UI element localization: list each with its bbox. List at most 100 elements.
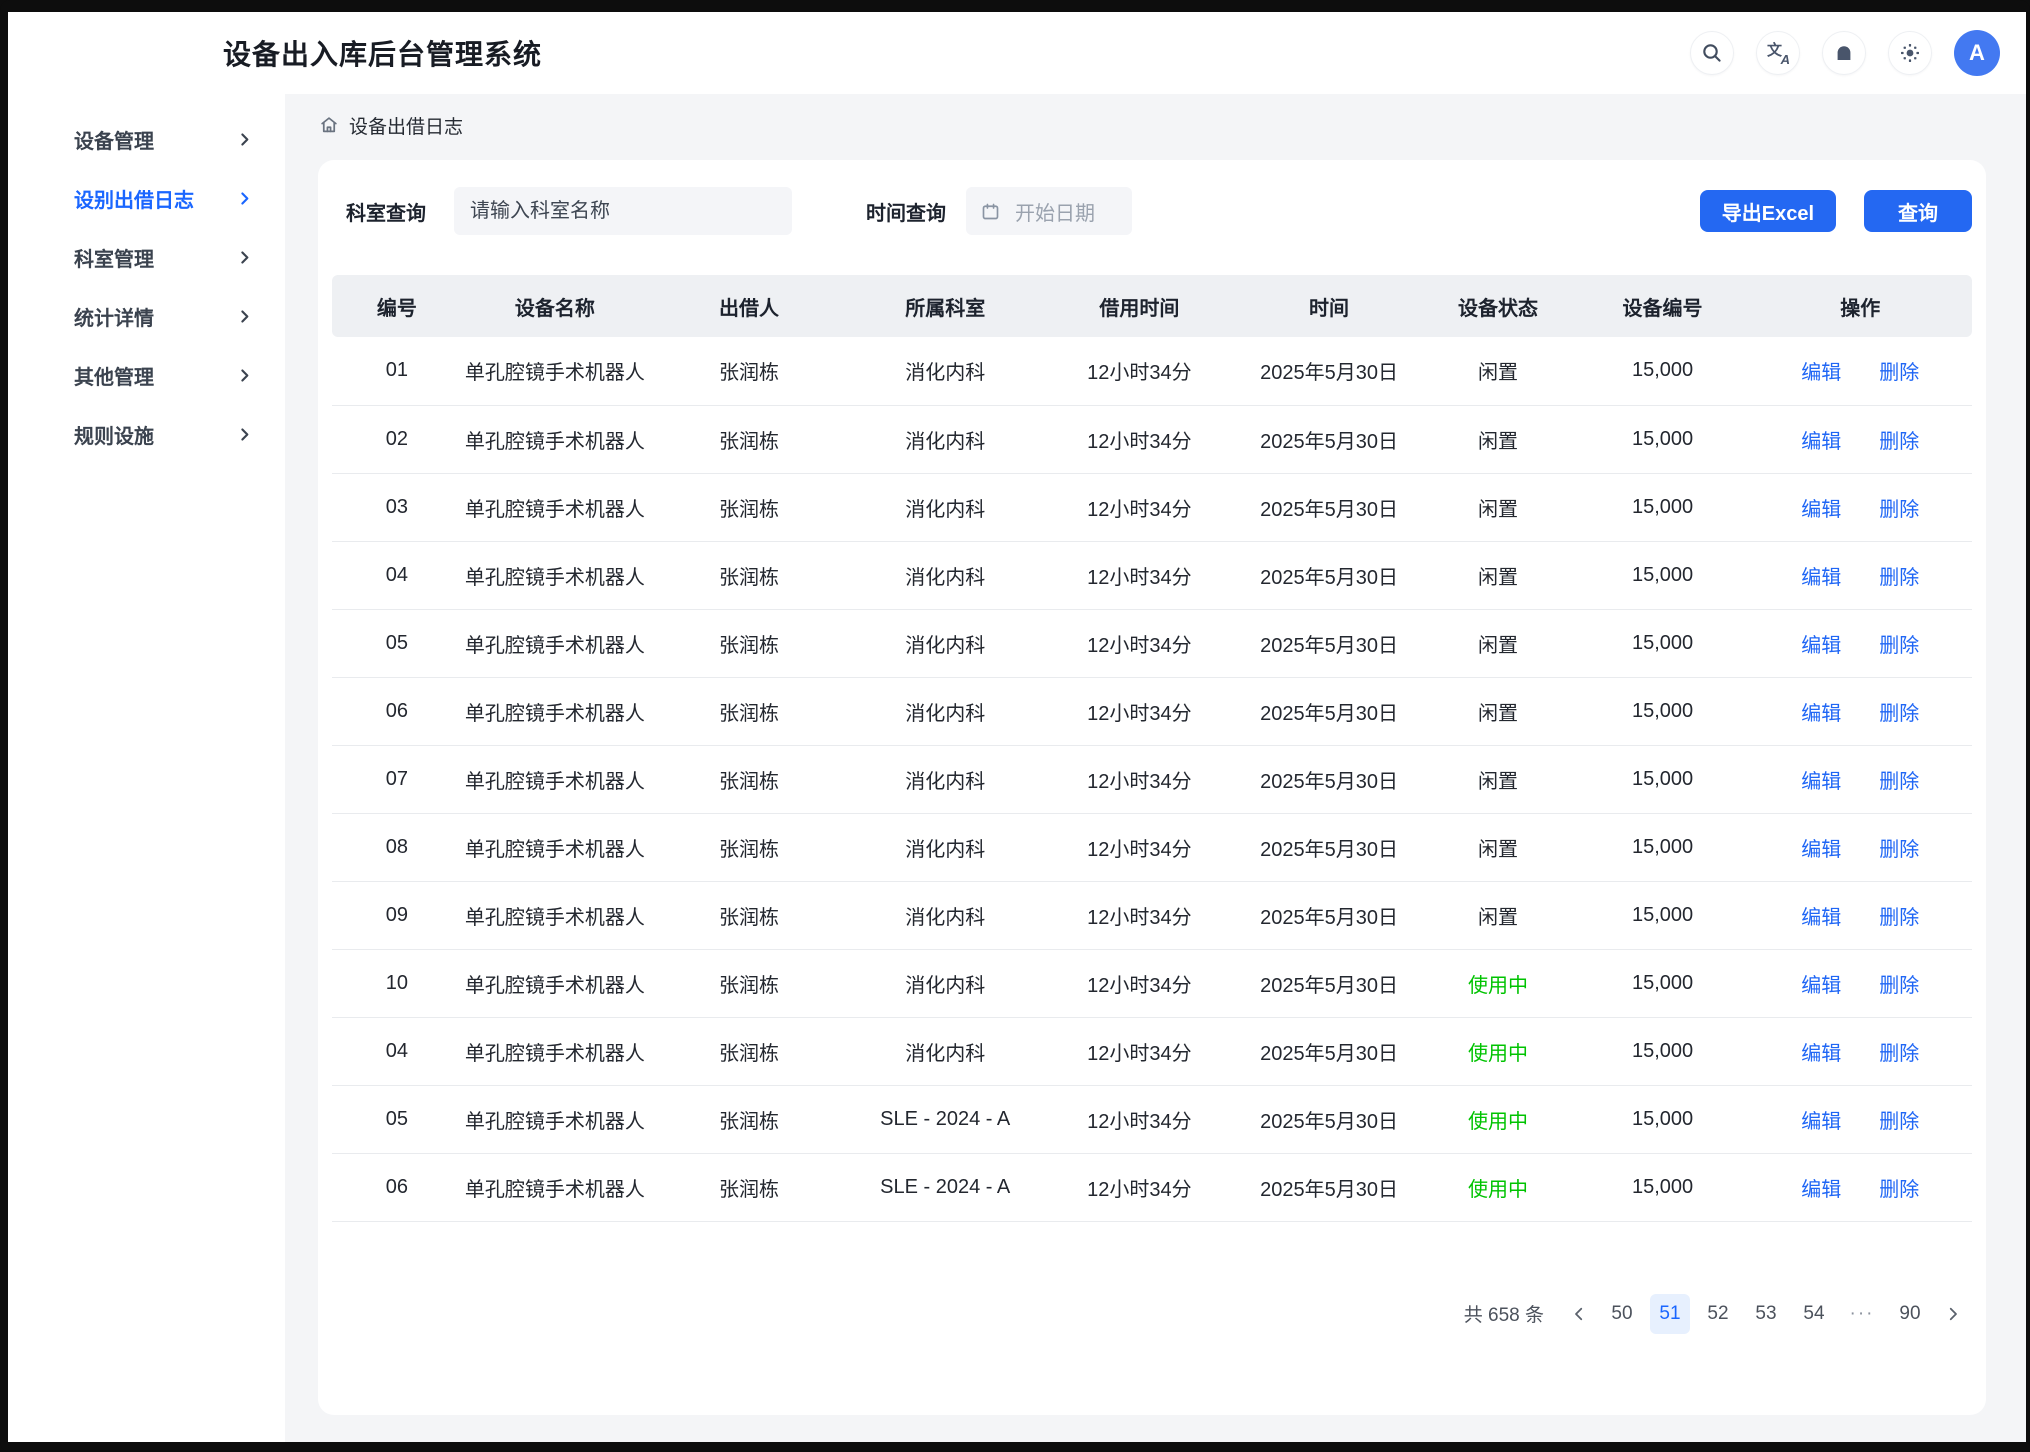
edit-link[interactable]: 编辑 [1801, 1043, 1841, 1065]
theme-button[interactable] [1888, 31, 1932, 75]
chevron-right-icon [236, 131, 253, 148]
notification-bell-icon [1832, 41, 1856, 65]
delete-link[interactable]: 删除 [1879, 975, 1919, 997]
device-number: 15,000 [1577, 1017, 1749, 1085]
delete-link[interactable]: 删除 [1879, 635, 1919, 657]
row-id: 07 [332, 745, 462, 813]
edit-link[interactable]: 编辑 [1801, 567, 1841, 589]
device-number: 15,000 [1577, 337, 1749, 405]
table-body: 01单孔腔镜手术机器人张润栋消化内科12小时34分2025年5月30日闲置15,… [332, 337, 1972, 1221]
sidebar-item-label: 设别出借日志 [74, 184, 194, 213]
date: 2025年5月30日 [1238, 473, 1419, 541]
export-excel-button[interactable]: 导出Excel [1700, 190, 1836, 232]
edit-link[interactable]: 编辑 [1801, 907, 1841, 929]
borrower: 张润栋 [648, 1017, 850, 1085]
row-actions: 编辑 删除 [1749, 813, 1972, 881]
theme-sun-icon [1898, 41, 1922, 65]
page-ellipsis: ··· [1842, 1294, 1882, 1334]
borrower: 张润栋 [648, 337, 850, 405]
device-name: 单孔腔镜手术机器人 [462, 609, 648, 677]
device-status: 闲置 [1420, 813, 1577, 881]
delete-link[interactable]: 删除 [1879, 703, 1919, 725]
borrower: 张润栋 [648, 405, 850, 473]
page-button[interactable]: 54 [1794, 1294, 1834, 1334]
table-row: 02单孔腔镜手术机器人张润栋消化内科12小时34分2025年5月30日闲置15,… [332, 405, 1972, 473]
delete-link[interactable]: 删除 [1879, 431, 1919, 453]
delete-link[interactable]: 删除 [1879, 839, 1919, 861]
row-actions: 编辑 删除 [1749, 337, 1972, 405]
table-row: 08单孔腔镜手术机器人张润栋消化内科12小时34分2025年5月30日闲置15,… [332, 813, 1972, 881]
edit-link[interactable]: 编辑 [1801, 839, 1841, 861]
page-list: 5051525354···90 [1602, 1294, 1930, 1334]
borrow-duration: 12小时34分 [1040, 473, 1238, 541]
sidebar-item-statistics[interactable]: 统计详情 [8, 293, 285, 339]
device-name: 单孔腔镜手术机器人 [462, 745, 648, 813]
borrower: 张润栋 [648, 541, 850, 609]
date: 2025年5月30日 [1238, 337, 1419, 405]
sidebar-item-other-management[interactable]: 其他管理 [8, 352, 285, 398]
edit-link[interactable]: 编辑 [1801, 431, 1841, 453]
row-actions: 编辑 删除 [1749, 1017, 1972, 1085]
row-actions: 编辑 删除 [1749, 881, 1972, 949]
delete-link[interactable]: 删除 [1879, 567, 1919, 589]
notifications-button[interactable] [1822, 31, 1866, 75]
device-status: 闲置 [1420, 541, 1577, 609]
delete-link[interactable]: 删除 [1879, 362, 1919, 384]
delete-link[interactable]: 删除 [1879, 1179, 1919, 1201]
user-avatar[interactable]: A [1954, 30, 2000, 76]
page-button[interactable]: 53 [1746, 1294, 1786, 1334]
app-window: 设备出入库后台管理系统 文 A [0, 0, 2030, 1452]
page-button[interactable]: 50 [1602, 1294, 1642, 1334]
header-actions: 文 A A [1690, 30, 2000, 76]
prev-page-button[interactable] [1564, 1305, 1594, 1323]
start-date-picker[interactable]: 开始日期 [966, 187, 1132, 235]
device-status: 闲置 [1420, 337, 1577, 405]
edit-link[interactable]: 编辑 [1801, 635, 1841, 657]
device-number: 15,000 [1577, 949, 1749, 1017]
edit-link[interactable]: 编辑 [1801, 1179, 1841, 1201]
page-button[interactable]: 90 [1890, 1294, 1930, 1334]
sidebar-item-department-management[interactable]: 科室管理 [8, 234, 285, 280]
device-name: 单孔腔镜手术机器人 [462, 1085, 648, 1153]
device-number: 15,000 [1577, 677, 1749, 745]
edit-link[interactable]: 编辑 [1801, 362, 1841, 384]
department: 消化内科 [850, 881, 1040, 949]
sidebar-item-borrow-log[interactable]: 设别出借日志 [8, 175, 285, 221]
dept-filter-label: 科室查询 [346, 197, 426, 226]
date: 2025年5月30日 [1238, 813, 1419, 881]
query-button[interactable]: 查询 [1864, 190, 1972, 232]
next-page-button[interactable] [1938, 1305, 1968, 1323]
device-status: 使用中 [1420, 1085, 1577, 1153]
dept-search-input[interactable] [454, 187, 792, 235]
breadcrumb-label[interactable]: 设备出借日志 [349, 112, 463, 139]
edit-link[interactable]: 编辑 [1801, 771, 1841, 793]
borrow-duration: 12小时34分 [1040, 337, 1238, 405]
page-button-active[interactable]: 51 [1650, 1294, 1690, 1334]
edit-link[interactable]: 编辑 [1801, 703, 1841, 725]
date: 2025年5月30日 [1238, 1153, 1419, 1221]
delete-link[interactable]: 删除 [1879, 907, 1919, 929]
edit-link[interactable]: 编辑 [1801, 499, 1841, 521]
delete-link[interactable]: 删除 [1879, 771, 1919, 793]
column-header: 编号 [332, 275, 462, 337]
chevron-right-icon [236, 190, 253, 207]
sidebar-item-rule-settings[interactable]: 规则设施 [8, 411, 285, 457]
row-id: 06 [332, 1153, 462, 1221]
edit-link[interactable]: 编辑 [1801, 1111, 1841, 1133]
device-number: 15,000 [1577, 745, 1749, 813]
delete-link[interactable]: 删除 [1879, 499, 1919, 521]
delete-link[interactable]: 删除 [1879, 1043, 1919, 1065]
edit-link[interactable]: 编辑 [1801, 975, 1841, 997]
borrower: 张润栋 [648, 609, 850, 677]
sidebar-item-device-management[interactable]: 设备管理 [8, 116, 285, 162]
search-button[interactable] [1690, 31, 1734, 75]
device-number: 15,000 [1577, 813, 1749, 881]
page-button[interactable]: 52 [1698, 1294, 1738, 1334]
department: 消化内科 [850, 745, 1040, 813]
sidebar-item-label: 其他管理 [74, 361, 154, 390]
row-actions: 编辑 删除 [1749, 1153, 1972, 1221]
delete-link[interactable]: 删除 [1879, 1111, 1919, 1133]
translate-button[interactable]: 文 A [1756, 31, 1800, 75]
device-number: 15,000 [1577, 609, 1749, 677]
chevron-right-icon [236, 367, 253, 384]
